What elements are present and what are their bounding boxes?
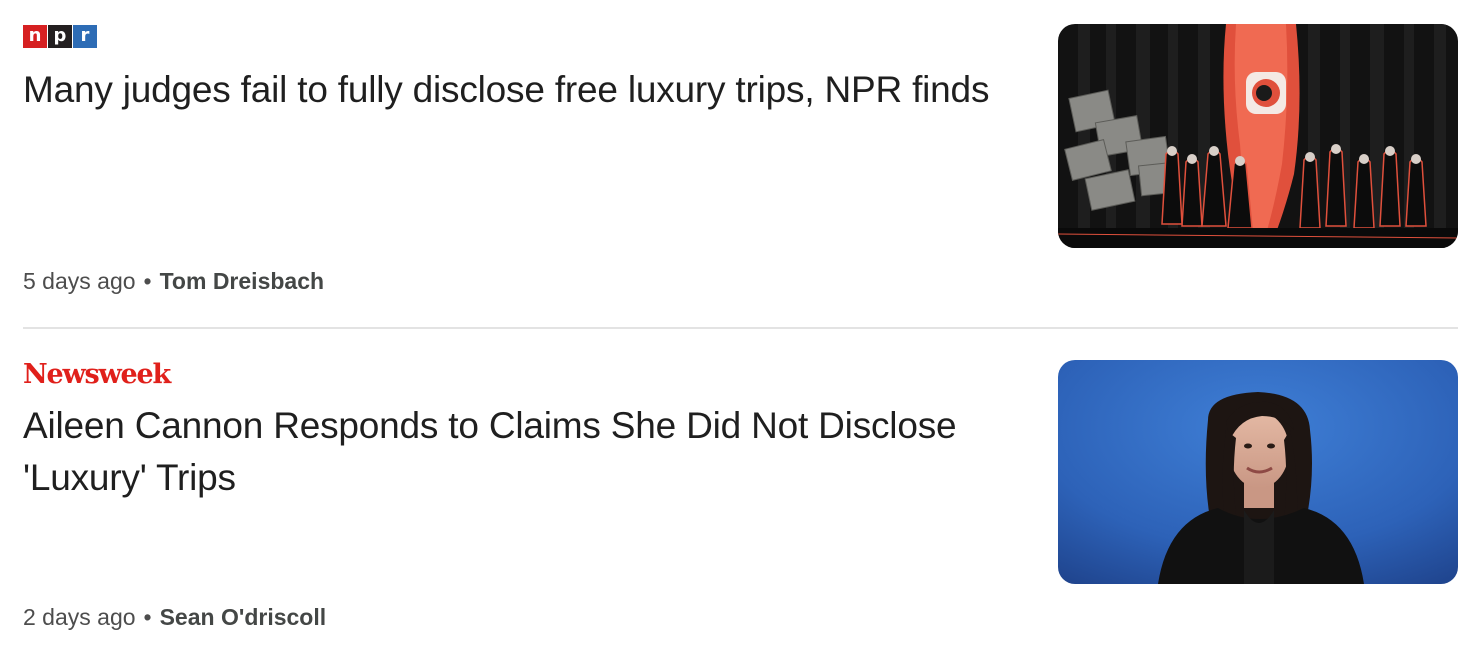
npr-logo-letter: r <box>73 25 97 48</box>
article-meta: 5 days ago • Tom Dreisbach <box>23 266 324 296</box>
judge-portrait-photo <box>1058 360 1458 584</box>
news-feed: n p r Many judges fail to fully disclose… <box>0 0 1476 650</box>
newsweek-logo: Newsweek <box>23 359 171 390</box>
article-thumbnail[interactable] <box>1058 360 1458 584</box>
meta-separator: • <box>143 604 152 630</box>
article-headline[interactable]: Many judges fail to fully disclose free … <box>23 64 1023 116</box>
npr-logo-letter: p <box>48 25 72 48</box>
article-age: 5 days ago <box>23 268 136 294</box>
news-article-card[interactable]: n p r Many judges fail to fully disclose… <box>23 0 1458 300</box>
article-age: 2 days ago <box>23 604 136 630</box>
meta-separator: • <box>143 268 152 294</box>
judges-curtain-illustration <box>1058 24 1458 248</box>
npr-logo: n p r <box>23 25 97 48</box>
article-meta: 2 days ago • Sean O'driscoll <box>23 602 326 632</box>
article-divider <box>23 327 1458 329</box>
article-author: Tom Dreisbach <box>159 268 325 294</box>
article-headline[interactable]: Aileen Cannon Responds to Claims She Did… <box>23 400 1023 504</box>
news-article-card[interactable]: Newsweek Aileen Cannon Responds to Claim… <box>23 336 1458 636</box>
article-thumbnail[interactable] <box>1058 24 1458 248</box>
npr-logo-letter: n <box>23 25 47 48</box>
article-author: Sean O'driscoll <box>159 604 327 630</box>
